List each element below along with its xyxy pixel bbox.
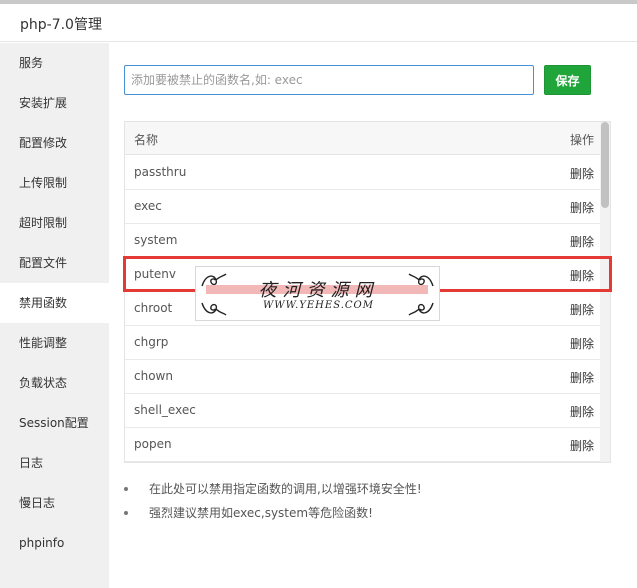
function-name-cell: chgrp bbox=[134, 335, 169, 349]
table-scrollbar[interactable] bbox=[600, 122, 610, 462]
sidebar: 服务 安装扩展 配置修改 上传限制 超时限制 配置文件 禁用函数 性能调整 负载… bbox=[0, 43, 109, 588]
watermark-url: WWW.YEHES.COM bbox=[263, 300, 374, 311]
tip-item: 在此处可以禁用指定函数的调用,以增强环境安全性! bbox=[121, 477, 621, 501]
sidebar-item-service[interactable]: 服务 bbox=[0, 43, 109, 83]
table-row: passthru 删除 bbox=[125, 156, 610, 190]
function-name-cell: passthru bbox=[134, 165, 187, 179]
delete-link[interactable]: 删除 bbox=[570, 335, 594, 352]
title-bar: php-7.0管理 bbox=[0, 4, 637, 42]
table-scrollbar-thumb[interactable] bbox=[601, 122, 609, 208]
function-name-cell: system bbox=[134, 233, 178, 247]
function-name-input[interactable] bbox=[124, 65, 534, 95]
sidebar-item-slow-log[interactable]: 慢日志 bbox=[0, 483, 109, 523]
sidebar-item-install-extensions[interactable]: 安装扩展 bbox=[0, 83, 109, 123]
sidebar-item-upload-limit[interactable]: 上传限制 bbox=[0, 163, 109, 203]
delete-link[interactable]: 删除 bbox=[570, 199, 594, 216]
table-row: chgrp 删除 bbox=[125, 326, 610, 360]
function-name-cell: chown bbox=[134, 369, 173, 383]
tips-list: 在此处可以禁用指定函数的调用,以增强环境安全性! 强烈建议禁用如exec,sys… bbox=[121, 477, 621, 525]
delete-link[interactable]: 删除 bbox=[570, 437, 594, 454]
sidebar-item-load-status[interactable]: 负载状态 bbox=[0, 363, 109, 403]
delete-link[interactable]: 删除 bbox=[570, 301, 594, 318]
sidebar-item-log[interactable]: 日志 bbox=[0, 443, 109, 483]
function-name-cell: popen bbox=[134, 437, 172, 451]
function-name-cell: putenv bbox=[134, 267, 177, 281]
column-header-name: 名称 bbox=[134, 133, 159, 147]
table-row: exec 删除 bbox=[125, 190, 610, 224]
sidebar-item-timeout-limit[interactable]: 超时限制 bbox=[0, 203, 109, 243]
save-button[interactable]: 保存 bbox=[544, 65, 591, 95]
bullet-icon bbox=[124, 511, 128, 515]
table-row: popen 删除 bbox=[125, 428, 610, 462]
watermark-title: 夜河资源网 bbox=[258, 280, 379, 301]
sidebar-item-config-modify[interactable]: 配置修改 bbox=[0, 123, 109, 163]
table-row: system 删除 bbox=[125, 224, 610, 258]
function-name-cell: exec bbox=[134, 199, 162, 213]
window-title: php-7.0管理 bbox=[20, 17, 102, 33]
tip-item: 强烈建议禁用如exec,system等危险函数! bbox=[121, 501, 621, 525]
tip-text: 在此处可以禁用指定函数的调用,以增强环境安全性! bbox=[149, 482, 422, 496]
bullet-icon bbox=[124, 487, 128, 491]
sidebar-item-session-config[interactable]: Session配置 bbox=[0, 403, 109, 443]
delete-link[interactable]: 删除 bbox=[570, 267, 594, 284]
delete-link[interactable]: 删除 bbox=[570, 165, 594, 182]
table-row: shell_exec 删除 bbox=[125, 394, 610, 428]
sidebar-item-disabled-functions[interactable]: 禁用函数 bbox=[0, 283, 109, 323]
table-row: chown 删除 bbox=[125, 360, 610, 394]
sidebar-item-config-file[interactable]: 配置文件 bbox=[0, 243, 109, 283]
sidebar-item-phpinfo[interactable]: phpinfo bbox=[0, 523, 109, 563]
delete-link[interactable]: 删除 bbox=[570, 369, 594, 386]
delete-link[interactable]: 删除 bbox=[570, 233, 594, 250]
table-header: 名称 操作 bbox=[125, 122, 610, 155]
delete-link[interactable]: 删除 bbox=[570, 403, 594, 420]
function-name-cell: shell_exec bbox=[134, 403, 196, 417]
function-name-cell: chroot bbox=[134, 301, 173, 315]
column-header-operation: 操作 bbox=[569, 133, 594, 147]
tip-text: 强烈建议禁用如exec,system等危险函数! bbox=[149, 506, 373, 520]
sidebar-item-performance[interactable]: 性能调整 bbox=[0, 323, 109, 363]
watermark-logo: 夜河资源网 WWW.YEHES.COM bbox=[195, 266, 440, 321]
